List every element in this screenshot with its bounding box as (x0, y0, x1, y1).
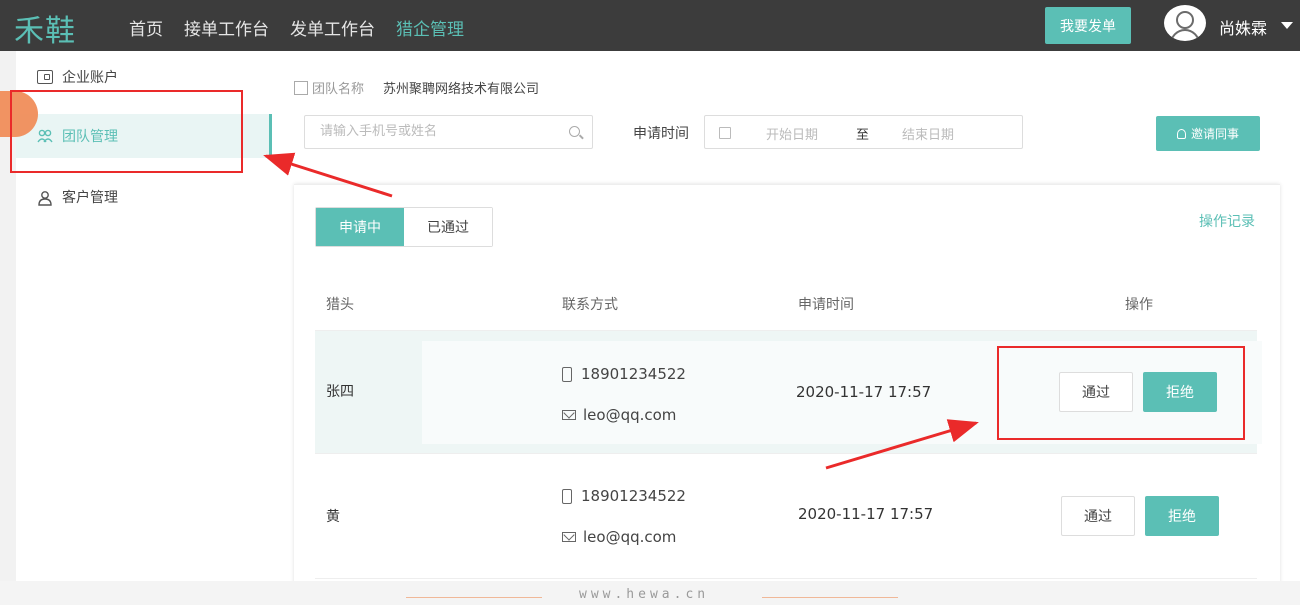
building-icon (294, 80, 308, 95)
nav-order-workbench[interactable]: 接单工作台 (184, 15, 269, 40)
email-contact: leo@qq.com (562, 406, 676, 424)
app-logo[interactable]: 禾鞋 (14, 6, 76, 50)
team-name: 苏州聚聘网络技术有限公司 (383, 82, 540, 97)
phone-number: 18901234522 (581, 487, 686, 505)
column-header: 申请时间 (798, 297, 854, 313)
chevron-down-icon[interactable] (1281, 22, 1293, 29)
phone-contact: 18901234522 (562, 365, 686, 383)
sidebar-item-label: 企业账户 (62, 70, 118, 86)
user-icon (37, 190, 53, 206)
start-date-input[interactable]: 开始日期 (766, 124, 818, 143)
sidebar-item-label: 客户管理 (62, 190, 118, 206)
email-address: leo@qq.com (583, 528, 677, 546)
phone-icon (562, 366, 572, 382)
operation-log-link[interactable]: 操作记录 (1199, 211, 1255, 231)
table-row: 黄 18901234522 leo@qq.com 2020-11-17 17:5… (315, 454, 1257, 579)
team-label-text: 团队名称 (312, 82, 365, 97)
search-input[interactable]: 请输入手机号或姓名 (304, 115, 593, 149)
search-placeholder: 请输入手机号或姓名 (320, 124, 438, 139)
mail-icon (562, 410, 576, 420)
invite-colleague-button[interactable]: 邀请同事 (1156, 116, 1260, 151)
annotation-box-sidebar (10, 90, 243, 173)
status-tabs: 申请中 已通过 (315, 207, 493, 247)
phone-icon (562, 488, 572, 504)
person-icon (1176, 128, 1186, 139)
card-icon (37, 70, 53, 84)
top-navbar: 禾鞋 首页 接单工作台 发单工作台 猎企管理 我要发单 尚姝霖 (0, 0, 1300, 51)
column-header: 操作 (1125, 297, 1153, 313)
calendar-icon (719, 127, 731, 139)
footer: www.hewa.cn (0, 581, 1300, 605)
nav-headhunter-management[interactable]: 猎企管理 (396, 15, 464, 40)
nav-home[interactable]: 首页 (129, 15, 163, 40)
approve-button[interactable]: 通过 (1061, 496, 1135, 536)
invite-button-label: 邀请同事 (1190, 127, 1239, 141)
sidebar-item-client-management[interactable]: 客户管理 (16, 175, 272, 219)
mail-icon (562, 532, 576, 542)
annotation-box-actions (997, 346, 1245, 440)
apply-time-label: 申请时间 (633, 126, 689, 142)
nav-publish-workbench[interactable]: 发单工作台 (290, 15, 375, 40)
phone-number: 18901234522 (581, 365, 686, 383)
headhunter-name: 张四 (326, 384, 354, 400)
apply-time: 2020-11-17 17:57 (798, 505, 934, 523)
column-header: 猎头 (326, 297, 354, 313)
watermark: www.hewa.cn (579, 587, 710, 602)
table-header: 猎头 联系方式 申请时间 操作 (315, 283, 1257, 331)
search-icon[interactable] (569, 126, 580, 137)
date-separator: 至 (856, 128, 870, 143)
post-order-button[interactable]: 我要发单 (1045, 7, 1131, 44)
date-range-picker[interactable]: 开始日期 至 结束日期 (704, 115, 1023, 149)
phone-contact: 18901234522 (562, 487, 686, 505)
headhunter-name: 黄 (326, 509, 340, 525)
email-contact: leo@qq.com (562, 528, 676, 546)
main-panel: 团队名称 苏州聚聘网络技术有限公司 请输入手机号或姓名 申请时间 开始日期 至 … (272, 51, 1300, 584)
tab-approved[interactable]: 已通过 (404, 208, 492, 246)
end-date-input[interactable]: 结束日期 (902, 124, 954, 143)
avatar[interactable] (1164, 5, 1206, 41)
apply-time: 2020-11-17 17:57 (796, 383, 932, 401)
team-name-label: 团队名称 (294, 78, 364, 97)
tab-pending[interactable]: 申请中 (316, 208, 404, 246)
reject-button[interactable]: 拒绝 (1145, 496, 1219, 536)
username[interactable]: 尚姝霖 (1219, 15, 1267, 39)
email-address: leo@qq.com (583, 406, 677, 424)
column-header: 联系方式 (562, 297, 618, 313)
